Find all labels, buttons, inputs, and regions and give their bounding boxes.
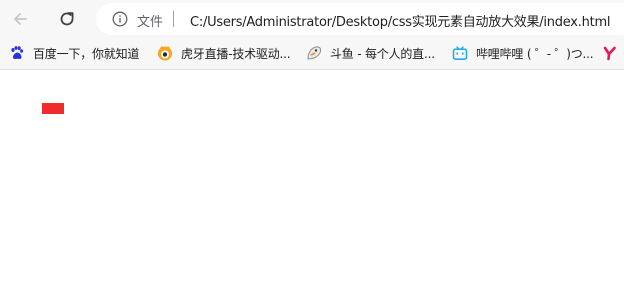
- scheme-label: 文件: [137, 15, 164, 30]
- youku-y-icon: [602, 45, 618, 61]
- reload-icon: [57, 9, 77, 29]
- browser-window: 文件 C:/Users/Administrator/Desktop/css实现元…: [0, 0, 624, 282]
- bookmark-label: 斗鱼 - 每个人的直...: [330, 46, 435, 61]
- bookmark-label: 哔哩哔哩 ( ゜- ゜)つ...: [476, 46, 594, 61]
- bookmark-huya[interactable]: 虎牙直播-技术驱动...: [157, 43, 291, 63]
- back-button[interactable]: [5, 4, 35, 34]
- url-text[interactable]: C:/Users/Administrator/Desktop/css实现元素自动…: [190, 11, 611, 30]
- bookmark-bilibili[interactable]: 哔哩哔哩 ( ゜- ゜)つ...: [452, 43, 594, 63]
- bookmark-baidu[interactable]: 百度一下，你就知道: [9, 43, 139, 63]
- huya-icon: [157, 45, 173, 61]
- page-content: [0, 70, 624, 282]
- animated-red-box: [42, 103, 64, 114]
- address-separator: [173, 11, 174, 27]
- back-arrow-icon: [11, 10, 29, 28]
- bookmark-douyu[interactable]: 斗鱼 - 每个人的直...: [306, 43, 435, 63]
- info-icon[interactable]: [112, 11, 128, 31]
- baidu-paw-icon: [9, 45, 25, 61]
- bilibili-tv-icon: [452, 45, 468, 61]
- bookmark-label: 百度一下，你就知道: [33, 46, 140, 61]
- bookmark-youku[interactable]: [602, 43, 624, 63]
- browser-toolbar: 文件 C:/Users/Administrator/Desktop/css实现元…: [0, 0, 624, 37]
- douyu-icon: [306, 45, 322, 61]
- reload-button[interactable]: [52, 4, 82, 34]
- bookmark-label: 虎牙直播-技术驱动...: [181, 46, 291, 61]
- address-bar[interactable]: 文件 C:/Users/Administrator/Desktop/css实现元…: [96, 3, 624, 35]
- bookmarks-bar: 百度一下，你就知道 虎牙直播-技术驱动... 斗鱼 - 每个人的直... 哔哩哔…: [0, 37, 624, 70]
